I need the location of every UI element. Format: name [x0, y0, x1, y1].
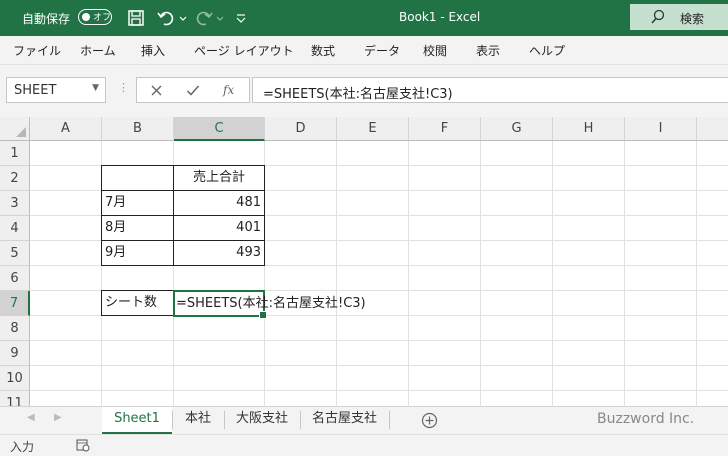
- column-header-b[interactable]: B: [102, 117, 174, 141]
- sheet-tab-nagoya[interactable]: 名古屋支社: [301, 407, 388, 434]
- cancel-icon[interactable]: [150, 84, 163, 97]
- search-icon: [651, 9, 665, 24]
- autosave-toggle[interactable]: オフ: [78, 9, 112, 25]
- autosave-state: オフ: [93, 13, 112, 23]
- cell-b7[interactable]: シート数: [101, 290, 174, 316]
- undo-icon[interactable]: [156, 8, 176, 28]
- search-label: 検索: [680, 12, 705, 26]
- formula-text: =SHEETS(本社:名古屋支社!C3): [263, 87, 453, 102]
- sheet-tab-osaka[interactable]: 大阪支社: [225, 407, 299, 434]
- column-header-overflow: [697, 117, 728, 141]
- gridline: [624, 141, 625, 406]
- row-header-10[interactable]: 10: [0, 366, 30, 391]
- cell-b2[interactable]: [101, 165, 174, 191]
- row-header-3[interactable]: 3: [0, 191, 30, 216]
- gridline: [336, 141, 337, 406]
- autosave-label: 自動保存: [22, 12, 71, 26]
- cell-b3[interactable]: 7月: [101, 190, 174, 216]
- column-header-h[interactable]: H: [553, 117, 625, 141]
- cell-c3[interactable]: 481: [173, 190, 265, 216]
- title-bar: 自動保存 オフ Book1 - Excel 検索: [0, 0, 728, 36]
- column-header-g[interactable]: G: [481, 117, 553, 141]
- cell-c4[interactable]: 401: [173, 215, 265, 241]
- status-bar: 入力: [0, 434, 728, 456]
- redo-icon[interactable]: [194, 8, 214, 28]
- column-header-d[interactable]: D: [265, 117, 337, 141]
- cell-b4[interactable]: 8月: [101, 215, 174, 241]
- more-icon: ⋮: [118, 81, 129, 94]
- formula-input[interactable]: =SHEETS(本社:名古屋支社!C3): [252, 77, 728, 103]
- search-box[interactable]: 検索: [630, 4, 728, 30]
- formula-buttons: fx: [136, 77, 250, 103]
- column-header-f[interactable]: F: [409, 117, 481, 141]
- tab-home[interactable]: ホーム: [80, 42, 116, 59]
- row-header-1[interactable]: 1: [0, 141, 30, 166]
- add-sheet-icon[interactable]: [421, 412, 438, 429]
- enter-icon[interactable]: [186, 84, 200, 97]
- tab-page-layout[interactable]: ページ レイアウト: [194, 42, 294, 59]
- tab-view[interactable]: 表示: [476, 42, 500, 59]
- column-header-c[interactable]: C: [174, 117, 265, 141]
- select-all-button[interactable]: [0, 117, 30, 141]
- spreadsheet-grid[interactable]: A B C D E F G H I 1 2 3 4 5 6 7 8 9 10 1…: [0, 117, 728, 406]
- row-header-5[interactable]: 5: [0, 241, 30, 266]
- sheet-tabs-bar: ◀ ▶ Sheet1 本社 大阪支社 名古屋支社 Buzzword Inc.: [0, 406, 728, 434]
- cell-c2[interactable]: 売上合計: [173, 165, 265, 191]
- formula-bar: SHEET ▼ ⋮ fx =SHEETS(本社:名古屋支社!C3): [0, 65, 728, 117]
- gridline: [552, 141, 553, 406]
- row-header-6[interactable]: 6: [0, 266, 30, 291]
- sheet-tab-sheet1[interactable]: Sheet1: [102, 407, 172, 434]
- column-header-e[interactable]: E: [337, 117, 409, 141]
- sheet-tab-honsha[interactable]: 本社: [173, 407, 223, 434]
- cell-c5[interactable]: 493: [173, 240, 265, 266]
- ribbon-tabs: ファイル ホーム 挿入 ページ レイアウト 数式 データ 校閲 表示 ヘルプ: [0, 36, 728, 65]
- cell-b5[interactable]: 9月: [101, 240, 174, 266]
- macro-record-icon[interactable]: [76, 439, 90, 452]
- gridline: [480, 141, 481, 406]
- save-icon[interactable]: [126, 8, 146, 28]
- tab-file[interactable]: ファイル: [13, 42, 61, 59]
- redo-dropdown-icon[interactable]: [215, 8, 225, 28]
- row-header-8[interactable]: 8: [0, 316, 30, 341]
- column-header-a[interactable]: A: [30, 117, 102, 141]
- row-header-2[interactable]: 2: [0, 166, 30, 191]
- insert-function-icon[interactable]: fx: [223, 83, 234, 97]
- tab-insert[interactable]: 挿入: [141, 42, 165, 59]
- scroll-tabs-right-icon[interactable]: ▶: [54, 412, 62, 423]
- watermark-text: Buzzword Inc.: [597, 411, 695, 427]
- customize-toolbar-icon[interactable]: [234, 8, 248, 28]
- toggle-knob: [82, 12, 90, 21]
- row-header-11[interactable]: 11: [0, 391, 30, 406]
- gridline: [408, 141, 409, 406]
- undo-dropdown-icon[interactable]: [178, 8, 188, 28]
- status-mode: 入力: [10, 440, 35, 454]
- chevron-down-icon: ▼: [92, 83, 99, 93]
- column-header-i[interactable]: I: [625, 117, 697, 141]
- row-header-4[interactable]: 4: [0, 216, 30, 241]
- scroll-tabs-left-icon[interactable]: ◀: [27, 412, 35, 423]
- tab-review[interactable]: 校閲: [423, 42, 447, 59]
- cell-c7-editing-text: =SHEETS(本社:名古屋支社!C3): [176, 296, 366, 311]
- tab-help[interactable]: ヘルプ: [529, 42, 565, 59]
- tab-formulas[interactable]: 数式: [311, 42, 335, 59]
- gridline: [30, 365, 728, 366]
- row-header-9[interactable]: 9: [0, 341, 30, 366]
- gridline: [30, 340, 728, 341]
- row-header-7[interactable]: 7: [0, 291, 30, 316]
- name-box-value: SHEET: [14, 83, 57, 98]
- name-box[interactable]: SHEET ▼: [6, 77, 106, 103]
- gridline: [30, 390, 728, 391]
- document-title: Book1 - Excel: [399, 10, 481, 24]
- gridline: [696, 141, 697, 406]
- tab-data[interactable]: データ: [364, 42, 400, 59]
